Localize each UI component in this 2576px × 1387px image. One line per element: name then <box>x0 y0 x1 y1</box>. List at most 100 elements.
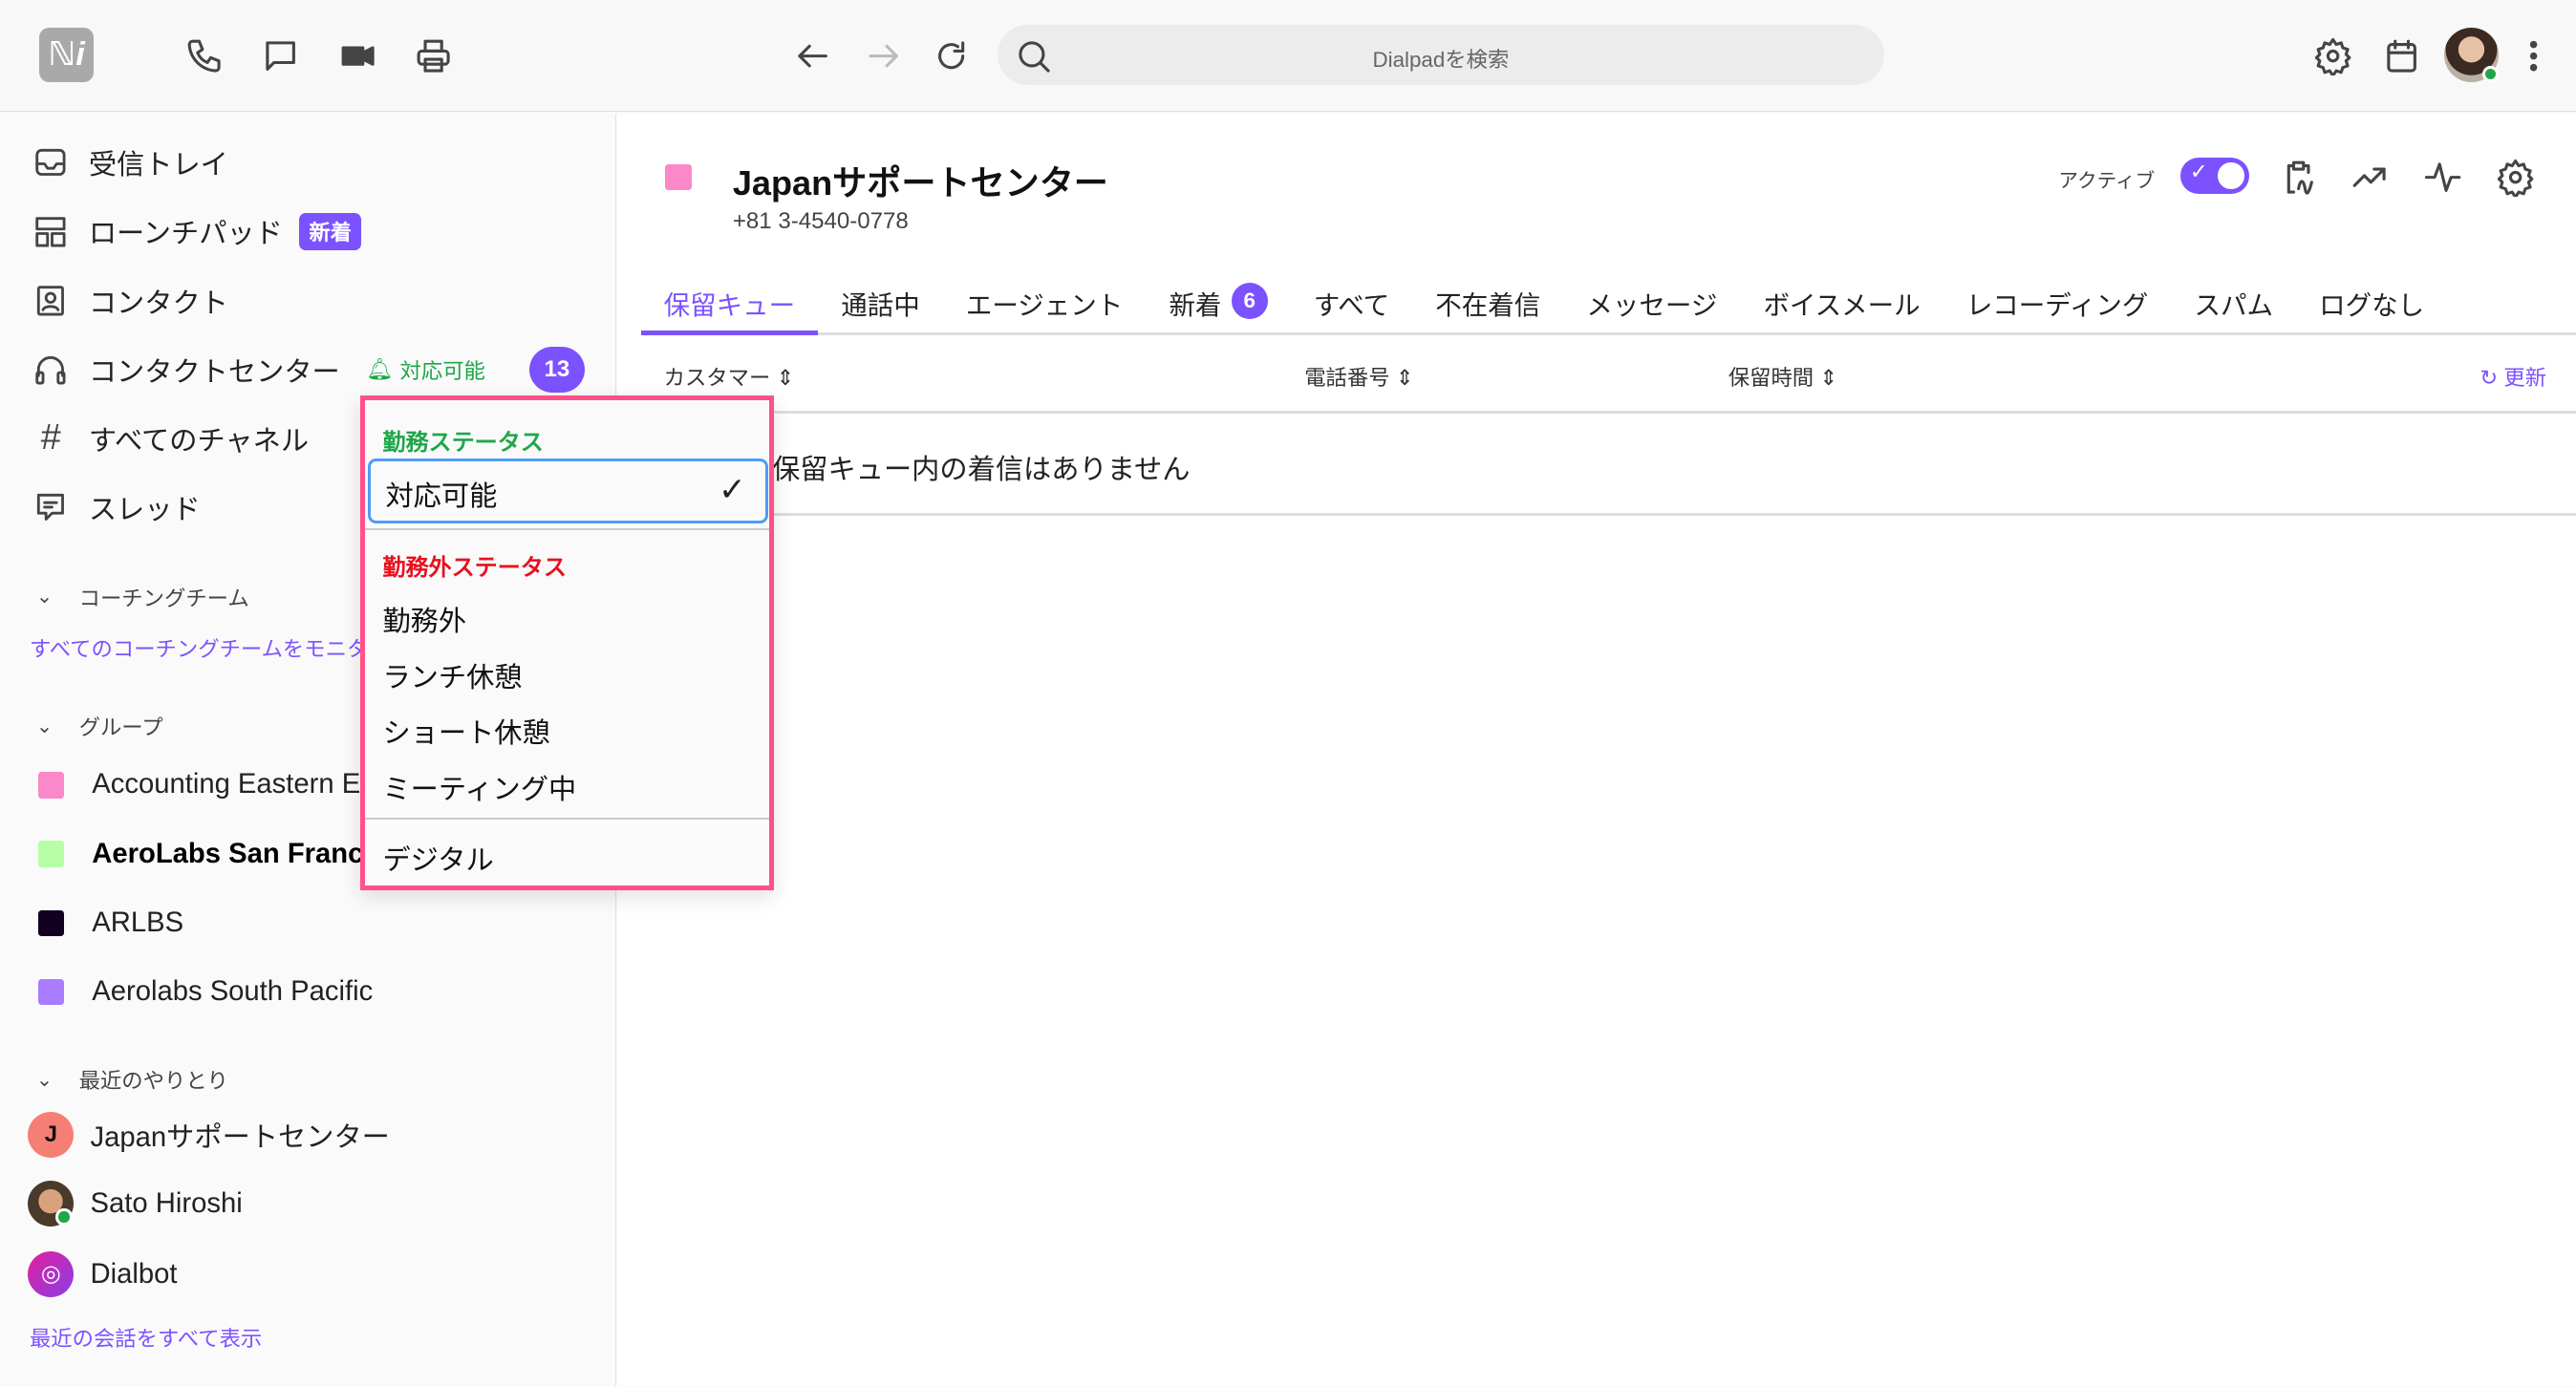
phone-icon[interactable] <box>184 36 224 75</box>
column-customer[interactable]: カスタマー ⇕ <box>664 361 795 392</box>
recent-item[interactable]: J Japanサポートセンター <box>28 1112 390 1159</box>
clipboard-icon[interactable] <box>2279 158 2318 197</box>
new-badge: 新着 <box>299 212 362 250</box>
tab-missed[interactable]: 不在着信 <box>1412 278 1563 335</box>
avatar: J <box>28 1112 75 1159</box>
group-color-swatch <box>37 909 65 937</box>
recent-label: Dialbot <box>90 1258 178 1290</box>
app-window: ℕi Dialpadを検索 受信トレイ ローンチパッド 新着 コンタクト コンタク… <box>0 0 2576 1387</box>
settings-icon[interactable] <box>2496 158 2535 199</box>
section-title: グループ <box>78 715 163 740</box>
sidebar-item-all-channels[interactable]: # すべてのチャネル <box>32 418 309 458</box>
search-placeholder: Dialpadを検索 <box>1372 47 1510 72</box>
recent-item[interactable]: ◎ Dialbot <box>28 1251 178 1298</box>
status-option-off-duty[interactable]: 勤務外 <box>382 599 466 639</box>
thread-icon <box>32 489 69 525</box>
recent-label: Japanサポートセンター <box>90 1122 390 1154</box>
inbox-icon <box>32 144 69 181</box>
phone-number: +81 3-4540-0778 <box>732 208 909 235</box>
empty-state: 保留キュー内の着信はありません <box>617 417 2576 516</box>
table-header: カスタマー ⇕ 電話番号 ⇕ 保留時間 ⇕ ↻ 更新 <box>617 338 2576 415</box>
sidebar-item-contact-center[interactable]: コンタクトセンター 🔔︎ 対応可能 13 <box>32 346 591 393</box>
column-hold-time[interactable]: 保留時間 ⇕ <box>1728 361 1837 392</box>
status-option-meeting[interactable]: ミーティング中 <box>382 767 576 807</box>
bell-icon: 🔔︎ <box>366 356 394 381</box>
sidebar-item-label: コンタクトセンター <box>88 356 340 388</box>
main-panel: Japanサポートセンター +81 3-4540-0778 アクティブ ✓ 保留… <box>617 113 2576 1387</box>
chevron-down-icon: ⌄ <box>35 715 54 737</box>
check-icon: ✓ <box>2189 159 2208 183</box>
sidebar-item-label: すべてのチャネル <box>88 426 310 458</box>
active-toggle[interactable]: ✓ <box>2179 158 2249 194</box>
hash-icon: # <box>40 417 61 459</box>
sidebar-item-label: ローンチパッド <box>88 219 283 250</box>
check-icon: ✓ <box>719 471 746 508</box>
group-color-swatch <box>665 163 692 191</box>
tab-on-call[interactable]: 通話中 <box>818 278 943 335</box>
more-icon[interactable] <box>2514 36 2553 75</box>
sidebar-item-contacts[interactable]: コンタクト <box>32 281 228 320</box>
group-item[interactable]: ARLBS <box>32 904 183 943</box>
tab-hold-queue[interactable]: 保留キュー <box>640 278 819 335</box>
refresh-button[interactable]: ↻ 更新 <box>2479 361 2546 392</box>
active-label: アクティブ <box>2058 169 2156 192</box>
on-duty-header: 勤務ステータス <box>382 430 544 457</box>
chevron-down-icon: ⌄ <box>35 586 54 608</box>
forward-icon[interactable] <box>864 36 903 75</box>
print-icon[interactable] <box>414 36 453 75</box>
column-phone[interactable]: 電話番号 ⇕ <box>1304 361 1413 392</box>
duty-status-button[interactable]: 対応可能 <box>400 354 485 385</box>
coaching-section-header[interactable]: ⌄ コーチングチーム <box>36 582 249 612</box>
status-option-digital[interactable]: デジタル <box>382 838 493 878</box>
option-label: 対応可能 <box>385 481 498 513</box>
tab-spam[interactable]: スパム <box>2171 278 2296 335</box>
groups-section-header[interactable]: ⌄ グループ <box>36 711 163 741</box>
gear-icon[interactable] <box>2313 36 2352 77</box>
tab-bar: 保留キュー 通話中 エージェント 新着 6 すべて 不在着信 メッセージ ボイスメ… <box>640 278 2576 335</box>
group-color-swatch <box>37 978 65 1006</box>
monitor-coaching-link[interactable]: すべてのコーチングチームをモニター <box>30 632 390 663</box>
launchpad-icon <box>32 214 69 250</box>
chat-icon[interactable] <box>261 36 300 75</box>
activity-icon[interactable] <box>2423 158 2462 197</box>
avatar <box>28 1181 75 1227</box>
refresh-icon[interactable] <box>932 36 971 75</box>
sidebar-item-label: 受信トレイ <box>88 150 228 181</box>
online-status-dot <box>2481 65 2500 82</box>
tab-recordings[interactable]: レコーディング <box>1943 278 2172 335</box>
recent-section-header[interactable]: ⌄ 最近のやりとり <box>36 1064 228 1095</box>
off-duty-header: 勤務外ステータス <box>382 555 567 582</box>
tab-voicemail[interactable]: ボイスメール <box>1740 278 1943 335</box>
tab-all[interactable]: すべて <box>1291 278 1413 335</box>
group-item[interactable]: Aerolabs South Pacific <box>32 972 373 1012</box>
refresh-icon: ↻ <box>2479 366 2499 391</box>
tab-messages[interactable]: メッセージ <box>1563 278 1740 335</box>
status-option-short-break[interactable]: ショート休憩 <box>382 711 549 751</box>
dialpad-logo[interactable]: ℕi <box>39 28 94 82</box>
trending-icon[interactable] <box>2350 158 2389 197</box>
video-icon[interactable] <box>338 36 377 75</box>
recent-item[interactable]: Sato Hiroshi <box>28 1181 243 1227</box>
count-badge: 13 <box>528 346 586 393</box>
search-input[interactable]: Dialpadを検索 <box>997 24 1885 86</box>
sidebar-item-threads[interactable]: スレッド <box>32 488 201 527</box>
status-option-lunch[interactable]: ランチ休憩 <box>382 655 522 695</box>
dialbot-icon: ◎ <box>28 1251 75 1298</box>
sidebar-item-label: スレッド <box>88 495 201 526</box>
tab-label: 新着 <box>1169 290 1222 321</box>
top-bar: ℕi Dialpadを検索 <box>0 0 2576 112</box>
group-color-swatch <box>37 841 65 867</box>
calendar-icon[interactable] <box>2382 36 2421 75</box>
sidebar-item-inbox[interactable]: 受信トレイ <box>32 143 228 182</box>
show-all-conversations-link[interactable]: 最近の会話をすべて表示 <box>30 1322 262 1353</box>
group-label: Aerolabs South Pacific <box>92 975 374 1007</box>
tab-new[interactable]: 新着 6 <box>1146 278 1290 335</box>
empty-message: 保留キュー内の着信はありません <box>772 454 1191 485</box>
back-icon[interactable] <box>793 36 832 75</box>
status-option-available[interactable]: 対応可能 ✓ <box>367 458 769 524</box>
tab-agents[interactable]: エージェント <box>943 278 1147 335</box>
recent-label: Sato Hiroshi <box>90 1187 243 1219</box>
page-title: Japanサポートセンター <box>732 163 1108 203</box>
sidebar-item-launchpad[interactable]: ローンチパッド 新着 <box>32 212 362 251</box>
tab-no-log[interactable]: ログなし <box>2296 278 2447 335</box>
